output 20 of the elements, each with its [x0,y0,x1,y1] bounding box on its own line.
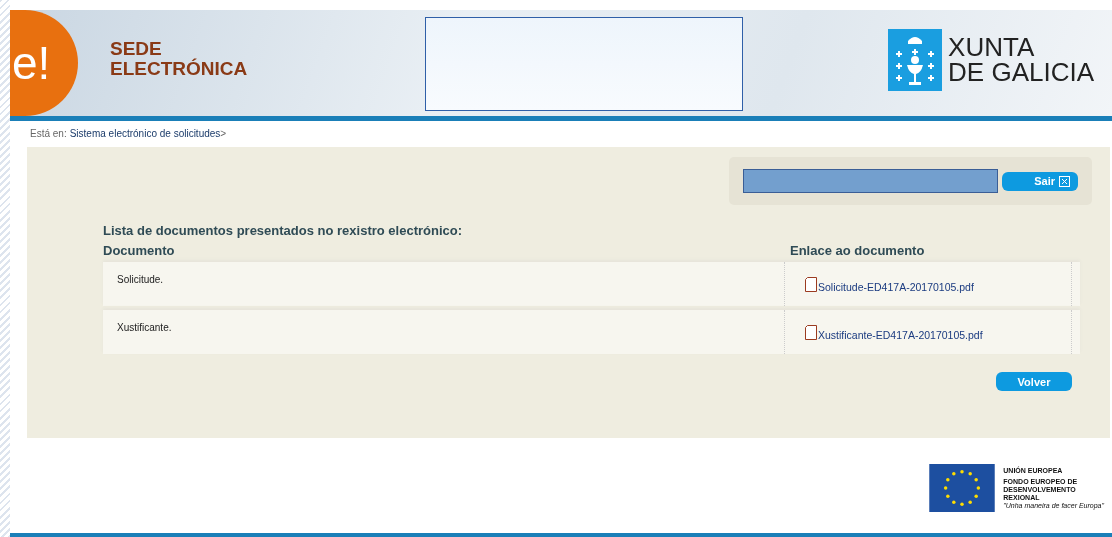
document-name: Solicitude. [116,273,164,287]
site-title: SEDE [110,39,162,59]
document-icon [805,324,817,340]
file-link[interactable]: Xustificante-ED417A-20170105.pdf [818,328,983,341]
column-header: Enlace ao documento [790,243,926,258]
breadcrumb-label: Está en: [30,128,67,139]
document-name: Xustificante. [116,321,172,335]
breadcrumb-link[interactable]: Sistema electrónico de solicitudes [69,128,221,139]
government-name: DE GALICIA [948,60,1094,85]
site-title: ELECTRÓNICA [110,59,248,79]
coat-of-arms-icon [888,29,943,91]
list-title: Lista de documentos presentados no rexistro electrónico: [103,223,464,238]
government-name: XUNTA [948,35,1036,60]
eu-flag-icon [929,464,996,512]
file-link[interactable]: Solicitude-ED417A-20170105.pdf [818,280,974,293]
breadcrumb-separator: > [220,128,227,139]
document-icon [805,276,817,292]
logo-mark: e! [12,40,51,86]
close-icon [1059,175,1070,187]
column-header: Documento [103,243,175,258]
